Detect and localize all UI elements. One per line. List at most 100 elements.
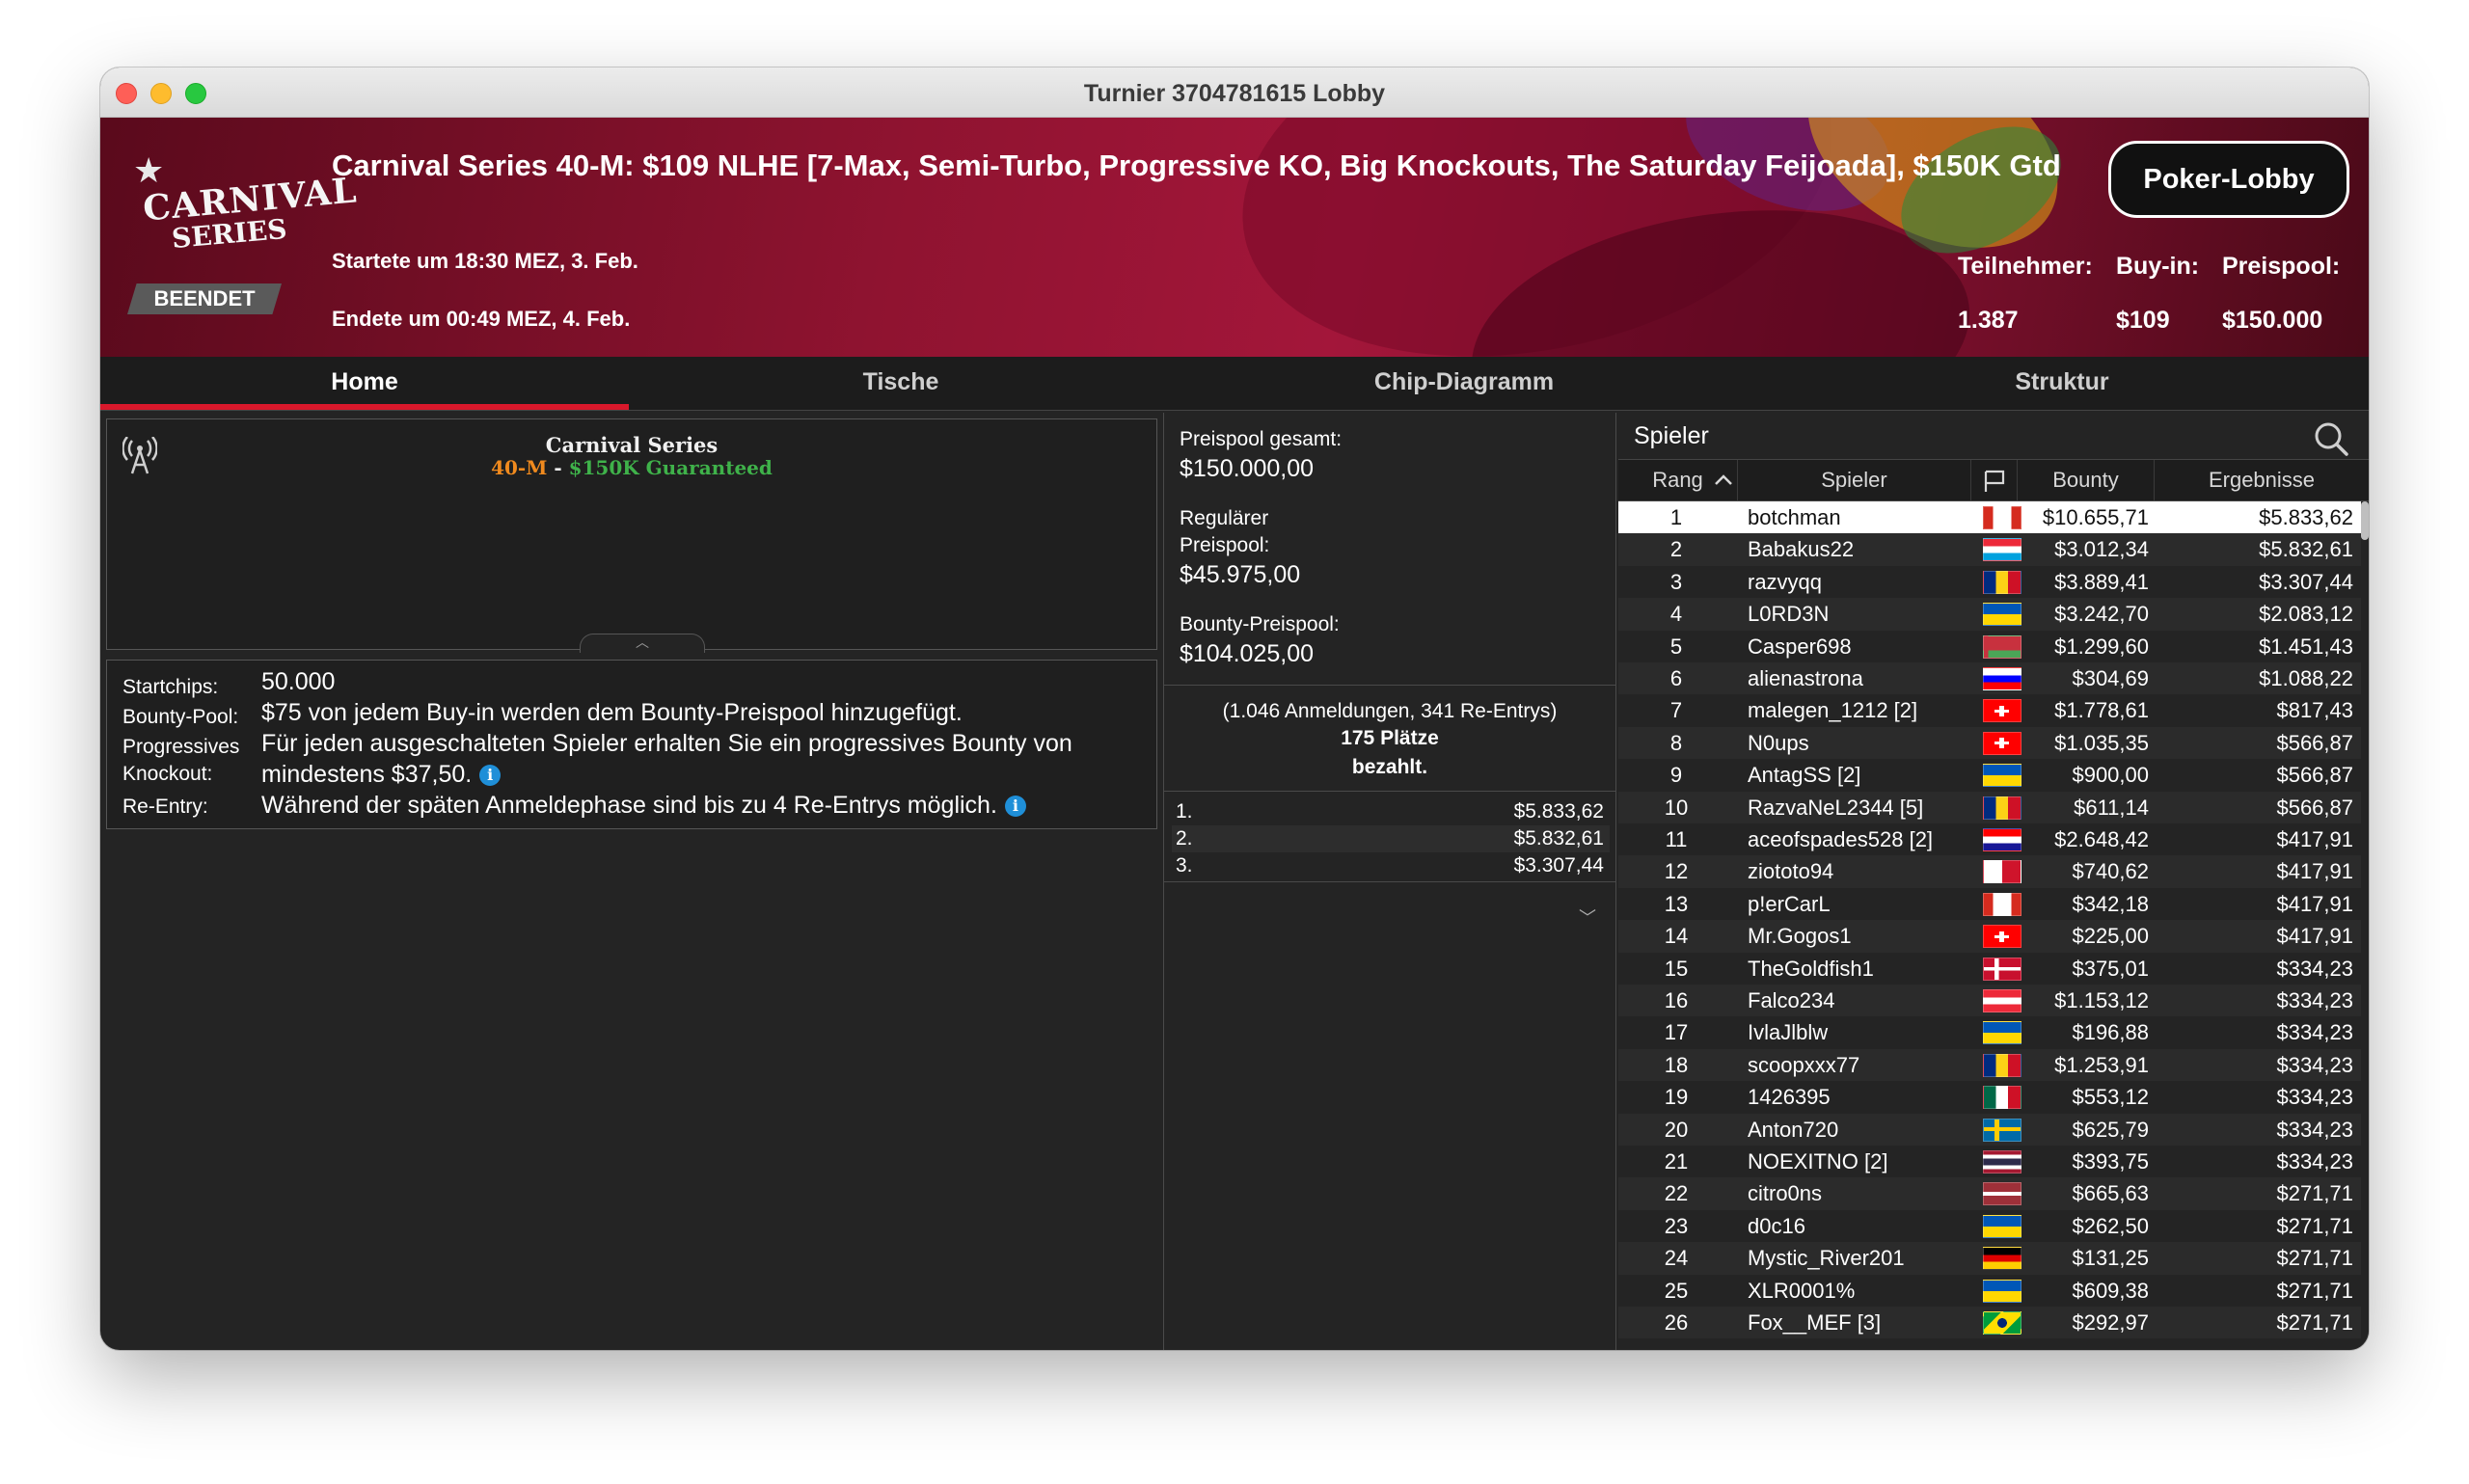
player-bounty: $342,18: [2072, 891, 2149, 916]
tab-chip-chart[interactable]: Chip-Diagramm: [1173, 357, 1755, 411]
info-sub-guarantee: $150K Guaranteed: [568, 456, 773, 479]
player-result: $334,23: [2276, 956, 2353, 981]
player-name: ziototo94: [1748, 859, 1834, 884]
table-row[interactable]: 2 Babakus22 $3.012,34 $5.832,61: [1618, 533, 2361, 566]
payout-amount: $3.307,44: [1513, 854, 1604, 877]
payout-row: 3. $3.307,44: [1172, 852, 1610, 879]
table-row[interactable]: 19 1426395 $553,12 $334,23: [1618, 1081, 2361, 1113]
table-row[interactable]: 5 Casper698 $1.299,60 $1.451,43: [1618, 631, 2361, 662]
table-row[interactable]: 18 scoopxxx77 $1.253,91 $334,23: [1618, 1048, 2361, 1082]
tab-tables[interactable]: Tische: [629, 357, 1173, 411]
player-bounty: $292,97: [2072, 1310, 2149, 1335]
table-row[interactable]: 22 citro0ns $665,63 $271,71: [1618, 1177, 2361, 1210]
player-name: Falco234: [1748, 988, 1835, 1012]
column-results[interactable]: Ergebnisse: [2155, 460, 2369, 500]
player-result: $271,71: [2276, 1278, 2353, 1303]
player-result: $1.088,22: [2259, 666, 2353, 690]
regular-prizepool-label-1: Regulärer: [1180, 507, 1269, 529]
player-bounty: $3.889,41: [2054, 569, 2149, 594]
player-result: $417,91: [2276, 891, 2353, 916]
carnival-series-logo: ★ CARNIVAL SERIES: [125, 145, 359, 255]
player-bounty: $2.648,42: [2054, 827, 2149, 851]
tab-home[interactable]: Home: [100, 357, 629, 411]
player-name: Mr.Gogos1: [1748, 924, 1852, 949]
table-row[interactable]: 16 Falco234 $1.153,12 $334,23: [1618, 985, 2361, 1017]
chevron-down-icon[interactable]: ﹀: [1579, 904, 1596, 930]
participants-label: Teilnehmer:: [1958, 253, 2093, 280]
rule-label-bounty-pool: Bounty-Pool:: [122, 706, 239, 728]
info-icon[interactable]: i: [1004, 796, 1026, 818]
table-row[interactable]: 21 NOEXITNO [2] $393,75 $334,23: [1618, 1146, 2361, 1177]
player-result: $3.307,44: [2259, 569, 2353, 594]
table-row[interactable]: 8 N0ups $1.035,35 $566,87: [1618, 726, 2361, 760]
player-name: malegen_1212 [2]: [1748, 698, 1918, 723]
player-result: $271,71: [2276, 1310, 2353, 1335]
buyin-label: Buy-in:: [2116, 253, 2200, 280]
rule-value-knockout-text: mindestens $37,50.: [261, 761, 473, 788]
country-flag-icon: [1983, 989, 2021, 1012]
player-bounty: $262,50: [2072, 1213, 2149, 1238]
player-bounty: $1.253,91: [2054, 1052, 2149, 1077]
player-name: aceofspades528 [2]: [1748, 827, 1934, 851]
table-row[interactable]: 17 IvlaJlblw $196,88 $334,23: [1618, 1016, 2361, 1048]
search-icon[interactable]: [2313, 420, 2349, 457]
player-name: Fox__MEF [3]: [1748, 1310, 1882, 1335]
column-player[interactable]: Spieler: [1738, 460, 1971, 500]
table-row[interactable]: 12 ziototo94 $740,62 $417,91: [1618, 855, 2361, 888]
players-title: Spieler: [1634, 422, 1709, 449]
country-flag-icon: [1983, 603, 2021, 627]
rule-label-startchips: Startchips:: [122, 676, 219, 698]
table-row[interactable]: 9 AntagSS [2] $900,00 $566,87: [1618, 759, 2361, 791]
table-row[interactable]: 3 razvyqq $3.889,41 $3.307,44: [1618, 566, 2361, 598]
table-row[interactable]: 7 malegen_1212 [2] $1.778,61 $817,43: [1618, 694, 2361, 726]
table-row[interactable]: 20 Anton720 $625,79 $334,23: [1618, 1113, 2361, 1146]
prizepool-panel: Preispool gesamt: $150.000,00 Regulärer …: [1163, 413, 1616, 1350]
player-name: N0ups: [1748, 730, 1809, 755]
table-row[interactable]: 10 RazvaNeL2344 [5] $611,14 $566,87: [1618, 791, 2361, 823]
player-result: $334,23: [2276, 1117, 2353, 1142]
table-row[interactable]: 4 L0RD3N $3.242,70 $2.083,12: [1618, 598, 2361, 631]
table-row[interactable]: 25 XLR0001% $609,38 $271,71: [1618, 1275, 2361, 1307]
player-rank: 26: [1664, 1310, 1689, 1335]
active-tab-indicator: [100, 404, 629, 410]
player-result: $566,87: [2276, 795, 2353, 820]
players-table-header: Rang Spieler Bounty Ergebnisse: [1618, 459, 2369, 501]
prizepool-label: Preispool:: [2222, 253, 2341, 280]
table-row[interactable]: 11 aceofspades528 [2] $2.648,42 $417,91: [1618, 823, 2361, 855]
rule-value-reentry: Während der späten Anmeldephase sind bis…: [261, 790, 1026, 821]
table-row[interactable]: 1 botchman $10.655,71 $5.833,62: [1618, 501, 2361, 534]
table-row[interactable]: 26 Fox__MEF [3] $292,97 $271,71: [1618, 1307, 2361, 1339]
player-rank: 18: [1664, 1052, 1689, 1077]
regular-prizepool-label-2: Preispool:: [1180, 534, 1270, 556]
tournament-banner: ★ CARNIVAL SERIES BEENDET Carnival Serie…: [100, 118, 2369, 357]
status-badge: BEENDET: [127, 283, 282, 314]
table-row[interactable]: 13 p!erCarL $342,18 $417,91: [1618, 888, 2361, 920]
table-row[interactable]: 15 TheGoldfish1 $375,01 $334,23: [1618, 953, 2361, 985]
buyin-value: $109: [2116, 307, 2170, 334]
player-bounty: $740,62: [2072, 859, 2149, 884]
favorite-star-icon[interactable]: ★: [133, 150, 164, 191]
table-row[interactable]: 23 d0c16 $262,50 $271,71: [1618, 1210, 2361, 1242]
country-flag-icon: [1983, 538, 2021, 562]
player-bounty: $1.299,60: [2054, 634, 2149, 659]
poker-lobby-button[interactable]: Poker-Lobby: [2108, 141, 2349, 218]
sort-ascending-icon[interactable]: [1713, 472, 1734, 489]
player-rank: 13: [1664, 891, 1689, 916]
player-name: razvyqq: [1748, 569, 1823, 594]
country-flag-icon: [1983, 1053, 2021, 1077]
player-rank: 21: [1664, 1149, 1689, 1174]
collapse-handle[interactable]: ︿: [580, 634, 705, 653]
country-flag-icon: [1983, 1021, 2021, 1045]
table-row[interactable]: 24 Mystic_River201 $131,25 $271,71: [1618, 1242, 2361, 1275]
column-bounty[interactable]: Bounty: [2018, 460, 2155, 500]
payout-amount: $5.833,62: [1513, 800, 1604, 823]
player-name: Babakus22: [1748, 537, 1855, 562]
table-row[interactable]: 14 Mr.Gogos1 $225,00 $417,91: [1618, 920, 2361, 953]
info-icon[interactable]: i: [479, 765, 502, 787]
players-panel: Spieler Rang Spieler Bounty Ergebnisse 1…: [1618, 413, 2369, 1350]
tab-structure[interactable]: Struktur: [1755, 357, 2369, 411]
table-row[interactable]: 6 alienastrona $304,69 $1.088,22: [1618, 662, 2361, 695]
scrollbar-thumb[interactable]: [2361, 501, 2369, 540]
country-flag-icon: [1983, 828, 2021, 851]
player-rank: 5: [1669, 634, 1683, 659]
